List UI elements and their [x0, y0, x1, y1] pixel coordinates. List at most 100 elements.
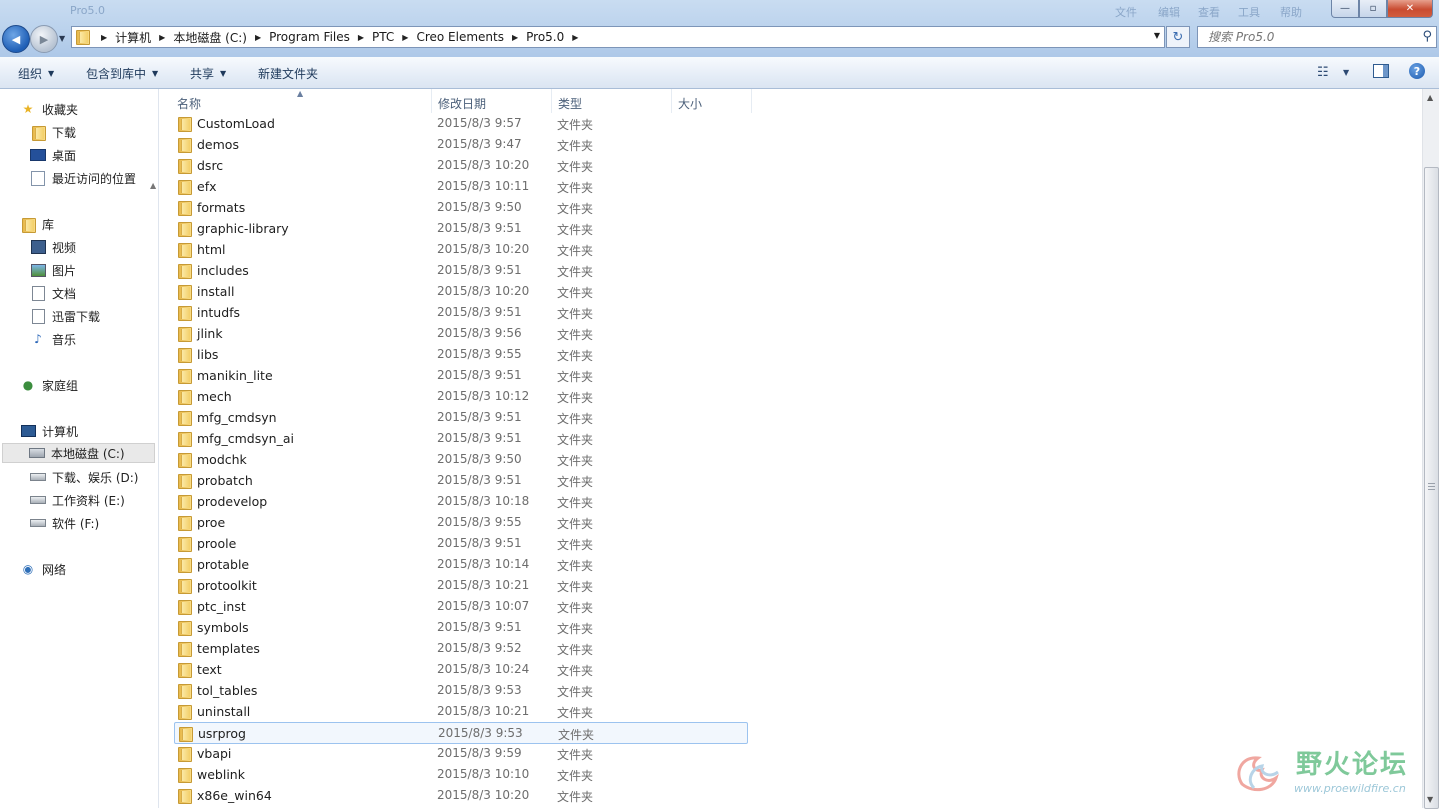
- file-name: demos: [197, 137, 239, 152]
- refresh-icon: ↻: [1172, 29, 1184, 45]
- column-divider[interactable]: [671, 89, 672, 113]
- nav-homegroup[interactable]: ● 家庭组: [20, 375, 78, 395]
- file-row[interactable]: probatch 2015/8/3 9:51 文件夹: [174, 470, 746, 490]
- view-options-icon[interactable]: ☷: [1317, 65, 1329, 80]
- refresh-button[interactable]: ↻: [1166, 26, 1190, 48]
- search-box[interactable]: ⚲: [1197, 26, 1437, 48]
- help-icon[interactable]: ?: [1409, 63, 1425, 79]
- maximize-button[interactable]: ▫: [1359, 0, 1387, 18]
- menu-edit[interactable]: 编辑: [1158, 4, 1180, 20]
- file-row[interactable]: install 2015/8/3 10:20 文件夹: [174, 281, 746, 301]
- file-row[interactable]: intudfs 2015/8/3 9:51 文件夹: [174, 302, 746, 322]
- file-row[interactable]: templates 2015/8/3 9:52 文件夹: [174, 638, 746, 658]
- new-folder-button[interactable]: 新建文件夹: [258, 65, 318, 82]
- breadcrumb-pro50[interactable]: Pro5.0 ▶: [526, 30, 586, 44]
- file-row[interactable]: libs 2015/8/3 9:55 文件夹: [174, 344, 746, 364]
- file-row[interactable]: proole 2015/8/3 9:51 文件夹: [174, 533, 746, 553]
- share-button[interactable]: 共享 ▼: [190, 65, 226, 82]
- search-icon[interactable]: ⚲: [1422, 29, 1432, 44]
- file-row[interactable]: dsrc 2015/8/3 10:20 文件夹: [174, 155, 746, 175]
- include-in-library-button[interactable]: 包含到库中 ▼: [86, 65, 158, 82]
- breadcrumb-computer[interactable]: 计算机 ▶: [115, 29, 173, 46]
- nav-thunder-downloads[interactable]: 迅雷下载: [30, 306, 100, 326]
- breadcrumb-root[interactable]: ▶: [93, 33, 115, 42]
- column-header-type[interactable]: 类型: [558, 95, 582, 112]
- network-icon: ◉: [22, 562, 34, 576]
- nav-drive-f[interactable]: 软件 (F:): [30, 513, 99, 533]
- recent-pages-dropdown[interactable]: ▼: [59, 34, 65, 43]
- nav-videos[interactable]: 视频: [30, 237, 76, 257]
- file-row[interactable]: formats 2015/8/3 9:50 文件夹: [174, 197, 746, 217]
- breadcrumb-creo-elements[interactable]: Creo Elements ▶: [416, 30, 526, 44]
- nav-drive-d[interactable]: 下载、娱乐 (D:): [30, 467, 138, 487]
- file-row[interactable]: symbols 2015/8/3 9:51 文件夹: [174, 617, 746, 637]
- menu-tools[interactable]: 工具: [1238, 4, 1260, 20]
- breadcrumb-ptc[interactable]: PTC ▶: [372, 30, 416, 44]
- column-header-date[interactable]: 修改日期: [438, 95, 486, 112]
- nav-pictures[interactable]: 图片: [30, 260, 76, 280]
- minimize-button[interactable]: —: [1331, 0, 1359, 18]
- address-bar[interactable]: ▶ 计算机 ▶ 本地磁盘 (C:) ▶ Program Files ▶ PTC …: [71, 26, 1165, 48]
- file-row[interactable]: mech 2015/8/3 10:12 文件夹: [174, 386, 746, 406]
- column-divider[interactable]: [431, 89, 432, 113]
- file-row[interactable]: prodevelop 2015/8/3 10:18 文件夹: [174, 491, 746, 511]
- close-button[interactable]: ✕: [1387, 0, 1433, 18]
- organize-button[interactable]: 组织 ▼: [18, 65, 54, 82]
- file-row[interactable]: tol_tables 2015/8/3 9:53 文件夹: [174, 680, 746, 700]
- nav-computer[interactable]: 计算机: [20, 421, 78, 441]
- file-row[interactable]: usrprog 2015/8/3 9:53 文件夹: [174, 722, 748, 744]
- folder-icon: [178, 221, 192, 238]
- file-row[interactable]: demos 2015/8/3 9:47 文件夹: [174, 134, 746, 154]
- nav-desktop[interactable]: 桌面: [30, 145, 76, 165]
- nav-music[interactable]: ♪ 音乐: [30, 329, 76, 349]
- file-row[interactable]: jlink 2015/8/3 9:56 文件夹: [174, 323, 746, 343]
- file-row[interactable]: proe 2015/8/3 9:55 文件夹: [174, 512, 746, 532]
- file-row[interactable]: CustomLoad 2015/8/3 9:57 文件夹: [174, 113, 746, 133]
- back-button[interactable]: ◀: [2, 25, 30, 53]
- search-input[interactable]: [1206, 29, 1420, 45]
- column-header-size[interactable]: 大小: [678, 95, 702, 112]
- file-row[interactable]: protable 2015/8/3 10:14 文件夹: [174, 554, 746, 574]
- column-divider[interactable]: [551, 89, 552, 113]
- file-name: proe: [197, 515, 226, 530]
- file-row[interactable]: text 2015/8/3 10:24 文件夹: [174, 659, 746, 679]
- nav-drive-e[interactable]: 工作资料 (E:): [30, 490, 125, 510]
- column-header-name[interactable]: 名称: [177, 95, 201, 112]
- file-row[interactable]: includes 2015/8/3 9:51 文件夹: [174, 260, 746, 280]
- preview-pane-icon[interactable]: [1373, 64, 1389, 78]
- nav-drive-c[interactable]: 本地磁盘 (C:): [2, 443, 155, 463]
- menu-view[interactable]: 查看: [1198, 4, 1220, 20]
- file-name: intudfs: [197, 305, 241, 320]
- file-row[interactable]: manikin_lite 2015/8/3 9:51 文件夹: [174, 365, 746, 385]
- file-row[interactable]: x86e_win64 2015/8/3 10:20 文件夹: [174, 785, 746, 805]
- file-name: prodevelop: [197, 494, 268, 509]
- address-dropdown-button[interactable]: ▼: [1154, 31, 1160, 40]
- breadcrumb-program-files[interactable]: Program Files ▶: [269, 30, 372, 44]
- file-row[interactable]: ptc_inst 2015/8/3 10:07 文件夹: [174, 596, 746, 616]
- file-row[interactable]: mfg_cmdsyn 2015/8/3 9:51 文件夹: [174, 407, 746, 427]
- file-row[interactable]: html 2015/8/3 10:20 文件夹: [174, 239, 746, 259]
- file-row[interactable]: graphic-library 2015/8/3 9:51 文件夹: [174, 218, 746, 238]
- file-row[interactable]: efx 2015/8/3 10:11 文件夹: [174, 176, 746, 196]
- menu-file[interactable]: 文件: [1115, 4, 1137, 20]
- nav-libraries[interactable]: 库: [20, 214, 54, 234]
- nav-recent-places[interactable]: 最近访问的位置: [30, 168, 136, 188]
- file-row[interactable]: modchk 2015/8/3 9:50 文件夹: [174, 449, 746, 469]
- nav-favorites[interactable]: ★ 收藏夹: [20, 99, 78, 119]
- file-row[interactable]: uninstall 2015/8/3 10:21 文件夹: [174, 701, 746, 721]
- nav-downloads[interactable]: 下载: [30, 122, 76, 142]
- file-row[interactable]: weblink 2015/8/3 10:10 文件夹: [174, 764, 746, 784]
- nav-documents[interactable]: 文档: [30, 283, 76, 303]
- file-row[interactable]: mfg_cmdsyn_ai 2015/8/3 9:51 文件夹: [174, 428, 746, 448]
- menu-help[interactable]: 帮助: [1280, 4, 1302, 20]
- column-divider[interactable]: [751, 89, 752, 113]
- nav-network[interactable]: ◉ 网络: [20, 559, 66, 579]
- scrollbar-thumb[interactable]: [1424, 167, 1439, 809]
- file-row[interactable]: protoolkit 2015/8/3 10:21 文件夹: [174, 575, 746, 595]
- forward-button[interactable]: ▶: [30, 25, 58, 53]
- caret-down-icon[interactable]: ▼: [1343, 68, 1349, 77]
- scroll-up-arrow-icon[interactable]: ▲: [1427, 93, 1433, 102]
- breadcrumb-local-disk-c[interactable]: 本地磁盘 (C:) ▶: [173, 29, 269, 46]
- vertical-scrollbar[interactable]: ▲ ▼: [1422, 89, 1439, 809]
- file-row[interactable]: vbapi 2015/8/3 9:59 文件夹: [174, 743, 746, 763]
